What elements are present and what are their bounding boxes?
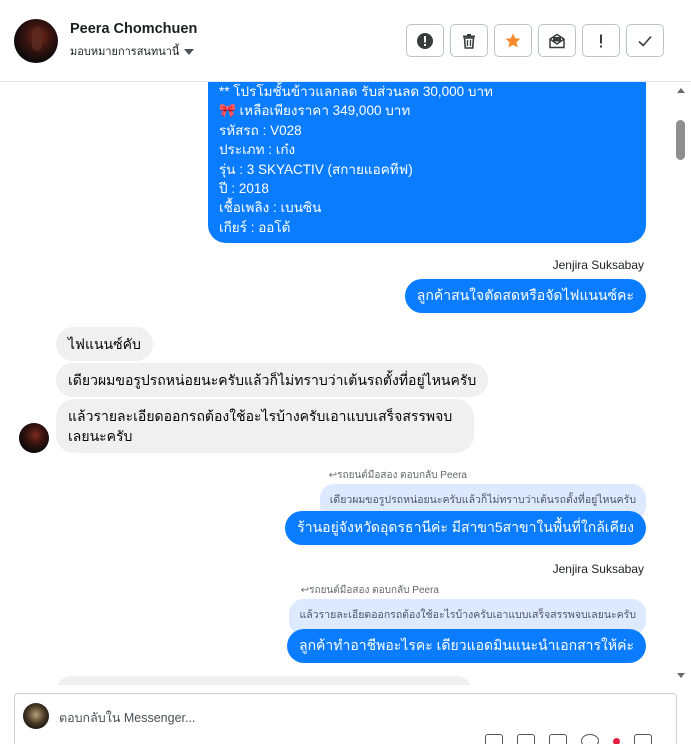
checkmark-icon xyxy=(638,35,652,47)
message-thread[interactable]: ** โปรโมชั้นข้าวแลกลด รับส่วนลด 30,000 บ… xyxy=(0,82,691,685)
star-icon xyxy=(505,33,521,47)
outgoing-message: ลูกค้าสนใจตัดสดหรือจัดไฟแนนซ์คะ xyxy=(404,279,646,313)
contact-name[interactable]: Peera Chomchuen xyxy=(70,21,197,37)
car-info-line: 🎀 เหลือเพียงราคา 349,000 บาท xyxy=(219,103,411,119)
envelope-icon xyxy=(549,33,565,48)
scroll-up-arrow-icon[interactable] xyxy=(677,88,685,93)
like-icon[interactable] xyxy=(634,734,652,744)
reply-composer[interactable]: ตอบกลับใน Messenger... xyxy=(14,693,677,744)
incoming-message-partial xyxy=(56,676,472,685)
reply-label: ↩รถยนต์มือสอง ตอบกลับ Peera xyxy=(328,470,467,481)
alert-circle-icon xyxy=(417,32,433,49)
notification-dot xyxy=(613,737,620,744)
exclamation-icon xyxy=(600,34,602,47)
attachment-icon[interactable] xyxy=(517,734,535,744)
incoming-message: เดียวผมขอรูปรถหน่อยนะครับแล้วก็ไม่ทราบว่… xyxy=(56,363,489,397)
composer-actions xyxy=(485,734,652,744)
conversation-toolbar xyxy=(406,24,664,57)
sender-name: Jenjira Suksabay xyxy=(552,562,644,576)
mark-done-button[interactable] xyxy=(626,24,664,57)
contact-avatar[interactable] xyxy=(14,19,58,63)
trash-icon xyxy=(463,33,475,49)
assign-label: มอบหมายการสนทนานี้ xyxy=(70,46,180,58)
reply-input[interactable]: ตอบกลับใน Messenger... xyxy=(59,708,195,728)
scroll-thumb[interactable] xyxy=(676,120,685,160)
emoji-icon[interactable] xyxy=(581,734,599,744)
scroll-down-arrow-icon[interactable] xyxy=(677,673,685,678)
star-button[interactable] xyxy=(494,24,532,57)
car-info-line: ปี : 2018 xyxy=(219,181,269,197)
assign-conversation-dropdown[interactable]: มอบหมายการสนทนานี้ xyxy=(70,42,195,60)
incoming-message: ไฟแนนซ์คับ xyxy=(56,327,153,361)
contact-avatar xyxy=(19,423,49,453)
outgoing-message: ร้านอยู่จังหวัดอุดรธานีค่ะ มีสาขา5สาขาใน… xyxy=(285,511,646,545)
follow-up-button[interactable] xyxy=(582,24,620,57)
sender-name: Jenjira Suksabay xyxy=(552,258,644,272)
incoming-message: แล้วรายละเอียดออกรถต้องใช้อะไรบ้างครับเอ… xyxy=(56,399,474,453)
mark-unread-button[interactable] xyxy=(538,24,576,57)
car-info-line: เกียร์ : ออโต้ xyxy=(219,219,291,235)
car-info-line: ประเภท : เก๋ง xyxy=(219,142,296,158)
saved-reply-icon[interactable] xyxy=(485,734,503,744)
reply-label: ↩รถยนต์มือสอง ตอบกลับ Peera xyxy=(300,585,439,596)
car-info-line: รหัสรถ : V028 xyxy=(219,122,302,138)
report-spam-button[interactable] xyxy=(406,24,444,57)
page-avatar xyxy=(23,703,49,729)
car-info-line: รุ่น : 3 SKYACTIV (สกายแอคทีฟ) xyxy=(219,161,413,177)
car-info-line: เชื้อเพลิง : เบนซิน xyxy=(219,200,322,216)
conversation-header: Peera Chomchuen มอบหมายการสนทนานี้ xyxy=(0,0,691,82)
delete-button[interactable] xyxy=(450,24,488,57)
car-info-line: ** โปรโมชั้นข้าวแลกลด รับส่วนลด 30,000 บ… xyxy=(219,84,493,99)
chevron-down-icon xyxy=(184,48,195,55)
thread-scrollbar[interactable] xyxy=(675,84,687,684)
car-info-message: ** โปรโมชั้นข้าวแลกลด รับส่วนลด 30,000 บ… xyxy=(208,82,646,243)
image-icon[interactable] xyxy=(549,734,567,744)
outgoing-message: ลูกค้าทำอาชีพอะไรคะ เดียวแอดมินแนะนำเอกส… xyxy=(287,629,646,663)
